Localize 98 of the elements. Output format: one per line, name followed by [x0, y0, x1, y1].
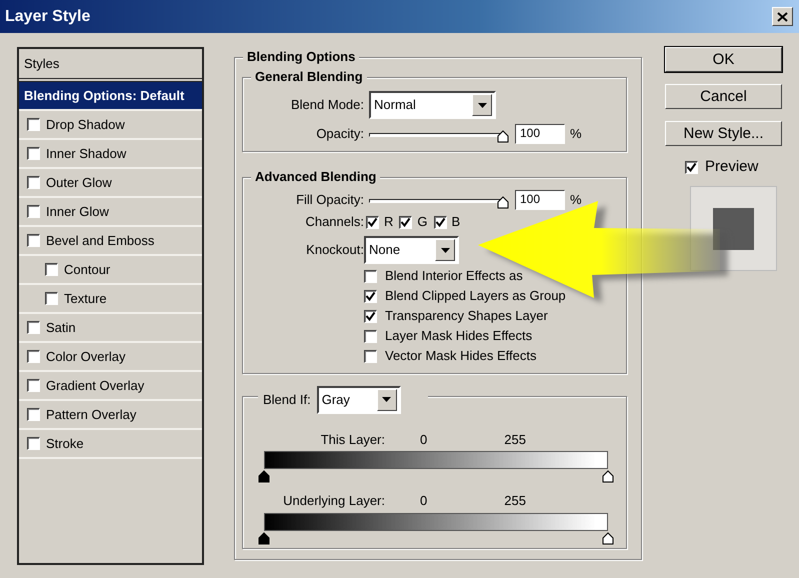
style-label[interactable]: Bevel and Emboss: [46, 232, 154, 248]
checkbox[interactable]: [364, 330, 377, 343]
checkbox[interactable]: [27, 379, 40, 392]
checkbox[interactable]: [366, 216, 379, 229]
style-list-item[interactable]: Blending Options: Default: [19, 82, 202, 111]
style-list-item[interactable]: Satin: [19, 314, 202, 343]
checkbox[interactable]: [364, 350, 377, 363]
unit-label: %: [570, 126, 582, 142]
checkbox[interactable]: [434, 216, 447, 229]
close-icon: [777, 12, 788, 22]
field-label: Channels:: [304, 214, 364, 230]
checkbox-label[interactable]: Layer Mask Hides Effects: [385, 328, 532, 344]
style-label[interactable]: Blending Options: Default: [24, 88, 184, 104]
caret-icon: [478, 102, 486, 108]
checkbox-label[interactable]: Transparency Shapes Layer: [385, 308, 548, 324]
style-list-item[interactable]: Drop Shadow: [19, 111, 202, 140]
blend-if-dropdown[interactable]: Gray: [316, 386, 401, 414]
field-label: Fill Opacity:: [295, 192, 364, 208]
checkbox[interactable]: [27, 205, 40, 218]
checkbox[interactable]: [27, 408, 40, 421]
checkbox[interactable]: [27, 176, 40, 189]
window-title: Layer Style: [5, 6, 90, 26]
knockout-dropdown[interactable]: None: [364, 236, 459, 264]
styles-heading[interactable]: Styles: [24, 56, 60, 72]
checkbox[interactable]: [27, 118, 40, 131]
unit-label: %: [570, 192, 582, 208]
style-list-item[interactable]: Outer Glow: [19, 169, 202, 198]
blend-mode-dropdown[interactable]: Normal: [369, 91, 496, 120]
dropdown-value: Normal: [374, 97, 416, 113]
checkbox[interactable]: [364, 270, 377, 283]
style-label[interactable]: Stroke: [46, 436, 84, 452]
caret-icon: [440, 248, 450, 253]
checkbox[interactable]: [364, 310, 377, 323]
checkbox-label[interactable]: B: [452, 214, 460, 230]
style-label[interactable]: Gradient Overlay: [46, 378, 144, 394]
dialog-button[interactable]: Cancel: [665, 84, 782, 109]
field-label: Blend If:: [263, 392, 311, 408]
dropdown-value: Gray: [322, 392, 350, 408]
range-value: 255: [504, 432, 526, 448]
checkbox[interactable]: [27, 350, 40, 363]
range-value: 255: [504, 493, 526, 509]
checkbox[interactable]: [399, 216, 412, 229]
style-label[interactable]: Satin: [46, 320, 76, 336]
style-list-item[interactable]: Inner Shadow: [19, 140, 202, 169]
checkbox-label[interactable]: Blend Interior Effects as: [385, 268, 523, 284]
field-label: Opacity:: [315, 126, 364, 142]
style-list-item[interactable]: Bevel and Emboss: [19, 227, 202, 256]
checkbox-label[interactable]: R: [384, 214, 394, 230]
checkbox[interactable]: [45, 263, 58, 276]
slider-thumb[interactable]: [497, 128, 509, 142]
checkbox-label[interactable]: Blend Clipped Layers as Group: [385, 288, 566, 304]
dropdown-value: None: [369, 242, 400, 258]
slider-thumb[interactable]: [497, 194, 509, 208]
caret-icon: [382, 397, 392, 402]
range-value: 0: [420, 432, 428, 448]
checkbox-label[interactable]: Preview: [705, 158, 758, 176]
preview-square: [713, 208, 754, 250]
range-value: 0: [420, 493, 428, 509]
field-label: Knockout:: [305, 242, 364, 258]
group-title: General Blending: [251, 68, 367, 84]
style-list-item[interactable]: Pattern Overlay: [19, 401, 202, 430]
style-label[interactable]: Outer Glow: [46, 174, 112, 190]
dialog-button[interactable]: OK: [665, 47, 782, 72]
checkbox[interactable]: [27, 437, 40, 450]
slider-thumb[interactable]: [258, 470, 270, 484]
style-label[interactable]: Drop Shadow: [46, 116, 125, 132]
style-label[interactable]: Contour: [64, 262, 110, 278]
checkbox[interactable]: [364, 290, 377, 303]
checkbox-label[interactable]: G: [417, 214, 428, 230]
group-title: Advanced Blending: [251, 168, 380, 184]
checkbox-label[interactable]: Vector Mask Hides Effects: [385, 348, 536, 364]
close-button[interactable]: [772, 7, 793, 26]
style-list-item[interactable]: Texture: [19, 285, 202, 314]
style-list-item[interactable]: Gradient Overlay: [19, 372, 202, 401]
checkbox[interactable]: [27, 321, 40, 334]
range-label: This Layer:: [320, 432, 385, 448]
checkbox[interactable]: [27, 147, 40, 160]
style-label[interactable]: Inner Glow: [46, 204, 109, 220]
range-label: Underlying Layer:: [282, 493, 385, 509]
checkbox[interactable]: [45, 292, 58, 305]
dialog-button[interactable]: New Style...: [665, 121, 782, 146]
slider-thumb[interactable]: [602, 532, 614, 545]
style-list-item[interactable]: Color Overlay: [19, 343, 202, 372]
checkbox[interactable]: [685, 160, 698, 174]
style-label[interactable]: Pattern Overlay: [46, 406, 136, 422]
field-label: Blend Mode:: [290, 97, 364, 113]
slider-thumb[interactable]: [602, 470, 614, 484]
value-field[interactable]: 100: [515, 124, 565, 144]
style-list-item[interactable]: Contour: [19, 256, 202, 285]
style-label[interactable]: Color Overlay: [46, 348, 126, 364]
style-list-item[interactable]: Stroke: [19, 430, 202, 459]
group-title: Blending Options: [243, 49, 360, 65]
style-list-item[interactable]: Inner Glow: [19, 198, 202, 227]
slider-thumb[interactable]: [258, 532, 270, 545]
value-field[interactable]: 100: [515, 190, 565, 210]
style-label[interactable]: Inner Shadow: [46, 146, 126, 162]
checkbox[interactable]: [27, 234, 40, 247]
style-label[interactable]: Texture: [64, 290, 107, 306]
